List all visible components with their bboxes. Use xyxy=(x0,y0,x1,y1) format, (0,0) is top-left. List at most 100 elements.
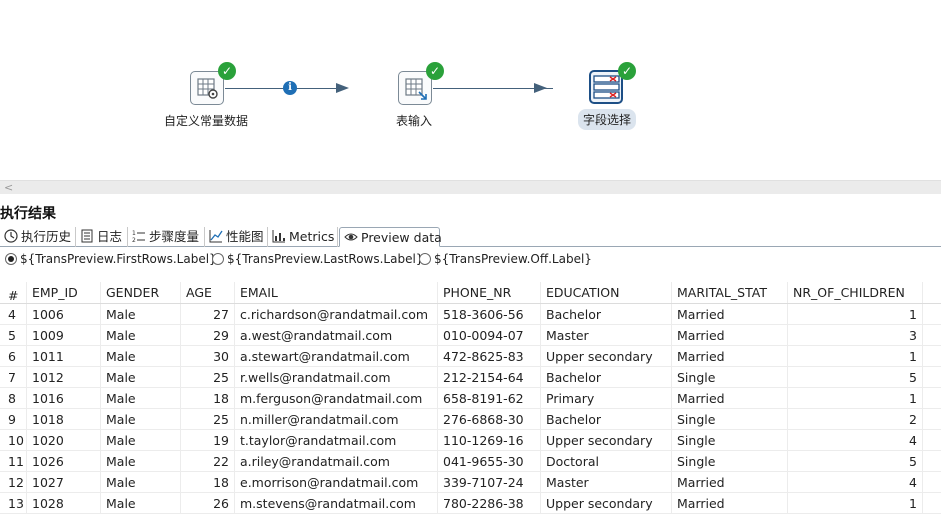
cell-marital-stat[interactable]: Single xyxy=(672,409,788,429)
cell-education[interactable]: Doctoral xyxy=(541,451,672,471)
cell-marital-stat[interactable]: Married xyxy=(672,304,788,324)
cell-marital-stat[interactable]: Married xyxy=(672,325,788,345)
cell-age[interactable]: 26 xyxy=(181,493,235,513)
cell-nr-of-children[interactable]: 1 xyxy=(788,304,923,324)
cell-gender[interactable]: Male xyxy=(101,304,181,324)
tab-preview-data[interactable]: Preview data xyxy=(339,227,442,247)
hop-info-icon[interactable]: i xyxy=(283,81,297,95)
column-header-age[interactable]: AGE xyxy=(181,282,235,303)
cell-emp-id[interactable]: 1027 xyxy=(27,472,101,492)
tab-log[interactable]: 日志 xyxy=(76,227,128,247)
table-row[interactable]: 11 1026 Male 22 a.riley@randatmail.com 041-96… xyxy=(0,451,941,472)
cell-phone-nr[interactable]: 339-7107-24 xyxy=(438,472,541,492)
cell-row-number[interactable]: 10 xyxy=(0,430,27,450)
tab-step-metrics[interactable]: 12 步骤度量 xyxy=(128,227,205,247)
cell-gender[interactable]: Male xyxy=(101,367,181,387)
cell-gender[interactable]: Male xyxy=(101,409,181,429)
cell-education[interactable]: Bachelor xyxy=(541,409,672,429)
cell-email[interactable]: m.ferguson@randatmail.com xyxy=(235,388,438,408)
cell-marital-stat[interactable]: Married xyxy=(672,472,788,492)
tab-execution-history[interactable]: 执行历史 xyxy=(0,227,76,247)
table-row[interactable]: 6 1011 Male 30 a.stewart@randatmail.com 472-8… xyxy=(0,346,941,367)
cell-age[interactable]: 29 xyxy=(181,325,235,345)
cell-row-number[interactable]: 4 xyxy=(0,304,27,324)
column-header-education[interactable]: EDUCATION xyxy=(541,282,672,303)
cell-row-number[interactable]: 11 xyxy=(0,451,27,471)
cell-emp-id[interactable]: 1016 xyxy=(27,388,101,408)
cell-age[interactable]: 18 xyxy=(181,472,235,492)
cell-row-number[interactable]: 5 xyxy=(0,325,27,345)
radio-checked-icon[interactable] xyxy=(5,253,17,265)
cell-age[interactable]: 22 xyxy=(181,451,235,471)
radio-first-rows[interactable]: ${TransPreview.FirstRows.Label} xyxy=(5,252,217,266)
cell-email[interactable]: m.stevens@randatmail.com xyxy=(235,493,438,513)
table-row[interactable]: 7 1012 Male 25 r.wells@randatmail.com 212-215… xyxy=(0,367,941,388)
radio-off[interactable]: ${TransPreview.Off.Label} xyxy=(419,252,592,266)
cell-phone-nr[interactable]: 041-9655-30 xyxy=(438,451,541,471)
cell-phone-nr[interactable]: 518-3606-56 xyxy=(438,304,541,324)
cell-emp-id[interactable]: 1009 xyxy=(27,325,101,345)
cell-nr-of-children[interactable]: 5 xyxy=(788,367,923,387)
panel-splitter[interactable]: < xyxy=(0,180,941,194)
cell-age[interactable]: 18 xyxy=(181,388,235,408)
cell-nr-of-children[interactable]: 1 xyxy=(788,493,923,513)
table-row[interactable]: 9 1018 Male 25 n.miller@randatmail.com 276-68… xyxy=(0,409,941,430)
cell-row-number[interactable]: 8 xyxy=(0,388,27,408)
cell-age[interactable]: 25 xyxy=(181,409,235,429)
column-header-emp-id[interactable]: EMP_ID xyxy=(27,282,101,303)
radio-unchecked-icon[interactable] xyxy=(419,253,431,265)
tab-metrics[interactable]: Metrics xyxy=(268,227,338,247)
cell-education[interactable]: Bachelor xyxy=(541,367,672,387)
cell-education[interactable]: Master xyxy=(541,472,672,492)
preview-data-table[interactable]: # EMP_ID GENDER AGE EMAIL PHONE_NR EDUCATION MA… xyxy=(0,282,941,514)
cell-email[interactable]: n.miller@randatmail.com xyxy=(235,409,438,429)
cell-nr-of-children[interactable]: 2 xyxy=(788,409,923,429)
cell-phone-nr[interactable]: 212-2154-64 xyxy=(438,367,541,387)
cell-emp-id[interactable]: 1012 xyxy=(27,367,101,387)
cell-age[interactable]: 27 xyxy=(181,304,235,324)
table-row[interactable]: 12 1027 Male 18 e.morrison@randatmail.com 339… xyxy=(0,472,941,493)
cell-gender[interactable]: Male xyxy=(101,430,181,450)
table-row[interactable]: 8 1016 Male 18 m.ferguson@randatmail.com 658-… xyxy=(0,388,941,409)
collapse-arrow-icon[interactable]: < xyxy=(4,181,13,194)
cell-gender[interactable]: Male xyxy=(101,472,181,492)
cell-age[interactable]: 30 xyxy=(181,346,235,366)
cell-education[interactable]: Bachelor xyxy=(541,304,672,324)
cell-gender[interactable]: Male xyxy=(101,451,181,471)
cell-emp-id[interactable]: 1020 xyxy=(27,430,101,450)
cell-emp-id[interactable]: 1011 xyxy=(27,346,101,366)
cell-row-number[interactable]: 6 xyxy=(0,346,27,366)
cell-marital-stat[interactable]: Married xyxy=(672,493,788,513)
cell-email[interactable]: a.west@randatmail.com xyxy=(235,325,438,345)
cell-nr-of-children[interactable]: 3 xyxy=(788,325,923,345)
cell-emp-id[interactable]: 1028 xyxy=(27,493,101,513)
cell-phone-nr[interactable]: 010-0094-07 xyxy=(438,325,541,345)
cell-gender[interactable]: Male xyxy=(101,493,181,513)
cell-emp-id[interactable]: 1026 xyxy=(27,451,101,471)
table-row[interactable]: 10 1020 Male 19 t.taylor@randatmail.com 110-1… xyxy=(0,430,941,451)
cell-age[interactable]: 19 xyxy=(181,430,235,450)
cell-phone-nr[interactable]: 472-8625-83 xyxy=(438,346,541,366)
column-header-nr-of-children[interactable]: NR_OF_CHILDREN xyxy=(788,282,923,303)
cell-emp-id[interactable]: 1018 xyxy=(27,409,101,429)
cell-marital-stat[interactable]: Single xyxy=(672,451,788,471)
cell-marital-stat[interactable]: Married xyxy=(672,346,788,366)
cell-email[interactable]: t.taylor@randatmail.com xyxy=(235,430,438,450)
table-row[interactable]: 13 1028 Male 26 m.stevens@randatmail.com 780-… xyxy=(0,493,941,514)
cell-nr-of-children[interactable]: 5 xyxy=(788,451,923,471)
cell-education[interactable]: Upper secondary xyxy=(541,346,672,366)
cell-row-number[interactable]: 13 xyxy=(0,493,27,513)
cell-education[interactable]: Primary xyxy=(541,388,672,408)
cell-age[interactable]: 25 xyxy=(181,367,235,387)
radio-last-rows[interactable]: ${TransPreview.LastRows.Label} xyxy=(212,252,423,266)
column-header-gender[interactable]: GENDER xyxy=(101,282,181,303)
column-header-email[interactable]: EMAIL xyxy=(235,282,438,303)
cell-phone-nr[interactable]: 110-1269-16 xyxy=(438,430,541,450)
cell-education[interactable]: Upper secondary xyxy=(541,493,672,513)
column-header-phone-nr[interactable]: PHONE_NR xyxy=(438,282,541,303)
cell-gender[interactable]: Male xyxy=(101,388,181,408)
cell-row-number[interactable]: 9 xyxy=(0,409,27,429)
cell-email[interactable]: r.wells@randatmail.com xyxy=(235,367,438,387)
cell-email[interactable]: e.morrison@randatmail.com xyxy=(235,472,438,492)
column-header-marital-stat[interactable]: MARITAL_STAT xyxy=(672,282,788,303)
